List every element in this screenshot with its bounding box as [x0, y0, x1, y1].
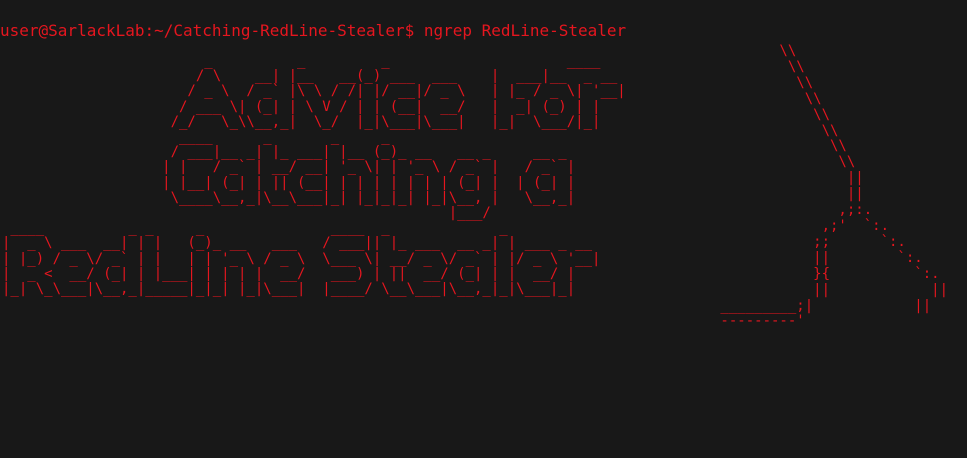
ascii-network-decoration: \\ \\ \\ \\ \\ \\ \\ \\ || || ,;:. ,;' `…	[720, 43, 949, 330]
prompt-line: user@SarlackLab:~/Catching-RedLine-Steal…	[0, 21, 626, 41]
command-text: ngrep RedLine-Stealer	[423, 21, 627, 40]
ascii-banner-title: _ _ _ ____ / \ __| |__ __(_) ___ ___ | _…	[2, 53, 626, 298]
terminal-window[interactable]: user@SarlackLab:~/Catching-RedLine-Steal…	[0, 0, 967, 458]
shell-prompt: user@SarlackLab:~/Catching-RedLine-Steal…	[0, 21, 415, 40]
